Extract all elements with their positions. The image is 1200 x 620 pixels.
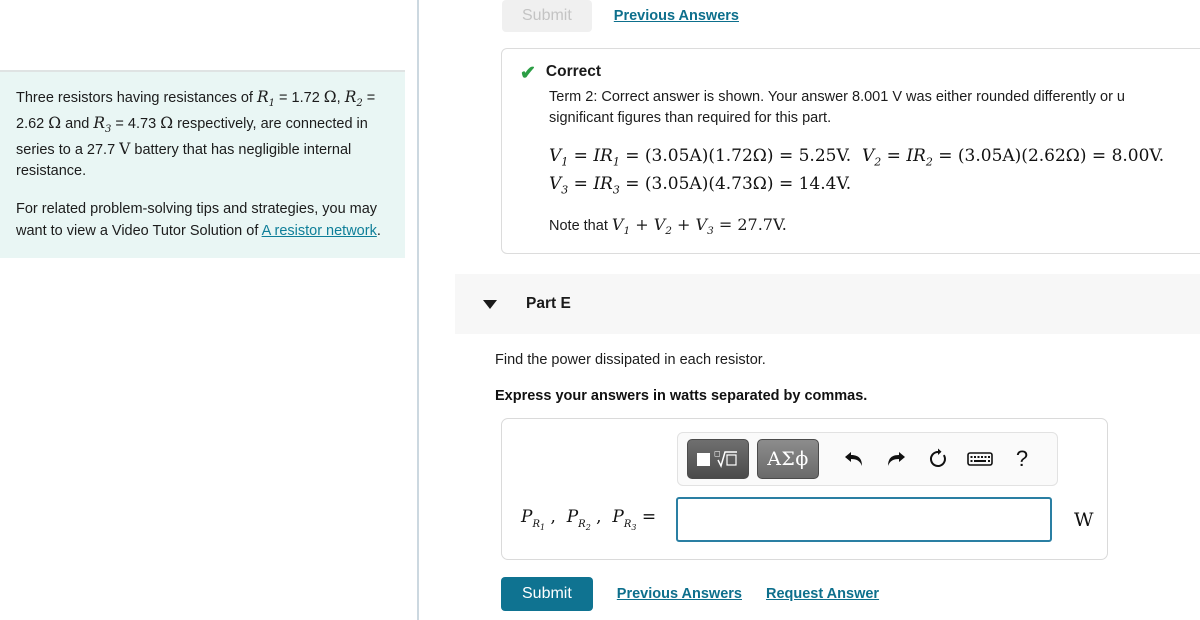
- eq-v3: 14.4V: [798, 174, 846, 195]
- request-answer-link[interactable]: Request Answer: [766, 586, 879, 602]
- eq-v2: 8.00V: [1111, 146, 1159, 167]
- note-prefix: Note that: [549, 218, 612, 235]
- equals-sign: =: [641, 507, 657, 528]
- answer-label: PR1 , PR2 , PR3 =: [521, 507, 657, 532]
- answer-input[interactable]: [676, 497, 1052, 542]
- ohm-unit-2: Ω: [48, 113, 62, 132]
- part-title: Part E: [526, 295, 571, 312]
- greek-symbols-button[interactable]: ΑΣϕ: [757, 439, 819, 479]
- redo-arrow-icon[interactable]: [875, 440, 917, 478]
- exercise-page: Three resistors having resistances of R1…: [0, 0, 1200, 620]
- eq-r2: 2.62Ω: [1027, 146, 1080, 167]
- problem-intro: Three resistors having resistances of: [16, 90, 257, 106]
- r1-symbol: R1: [256, 88, 276, 110]
- eq-current-2: 3.05A: [964, 146, 1015, 167]
- tutor-solution-text: For related problem-solving tips and str…: [16, 199, 389, 242]
- eq-r3: 4.73Ω: [714, 174, 767, 195]
- feedback-header: ✔ Correct: [520, 63, 1200, 83]
- eq-sum: 27.7V: [737, 215, 782, 235]
- feedback-note-line2: significant figures than required for th…: [549, 110, 832, 127]
- eq-v1: 5.25V: [798, 146, 846, 167]
- r3-symbol: R3: [93, 113, 112, 135]
- eq-r1: 1.72Ω: [714, 146, 767, 167]
- and-word: and: [61, 115, 94, 132]
- feedback-body: Term 2: Correct answer is shown. Your an…: [549, 87, 1200, 237]
- feedback-correct-box: ✔ Correct Term 2: Correct answer is show…: [501, 48, 1200, 255]
- submit-button-disabled[interactable]: Submit: [502, 0, 592, 32]
- video-tutor-link[interactable]: A resistor network: [262, 223, 377, 239]
- ohm-unit-1: Ω: [323, 88, 337, 106]
- problem-statement-card: Three resistors having resistances of R1…: [0, 70, 405, 258]
- previous-answers-link-top[interactable]: Previous Answers: [614, 8, 739, 24]
- eq-current-1: 3.05A: [651, 146, 702, 167]
- reset-circle-icon[interactable]: [917, 440, 959, 478]
- volt-unit: V: [119, 139, 131, 158]
- problem-comma: ,: [336, 90, 345, 106]
- answer-card: ◻ ΑΣϕ ? PR1 , PR2 , PR3 = W: [501, 418, 1108, 560]
- answer-input-row: PR1 , PR2 , PR3 = W: [502, 497, 1107, 542]
- keyboard-icon[interactable]: [959, 440, 1001, 478]
- bottom-action-row: Submit Previous Answers Request Answer: [501, 577, 879, 611]
- part-instruction: Express your answers in watts separated …: [495, 388, 868, 404]
- template-sqrt-button[interactable]: ◻: [687, 439, 749, 479]
- feedback-note-line1: Term 2: Correct answer is shown. Your an…: [549, 89, 1125, 105]
- solution-note-line: Note that V1 + V2 + V3 = 27.7V.: [549, 215, 1200, 237]
- undo-arrow-icon[interactable]: [833, 440, 875, 478]
- previous-answers-link[interactable]: Previous Answers: [617, 586, 742, 602]
- chevron-down-icon[interactable]: [483, 299, 497, 309]
- answer-unit: W: [1074, 508, 1094, 531]
- status-badge: Correct: [545, 63, 602, 80]
- help-icon[interactable]: ?: [1001, 440, 1043, 478]
- solution-equation-line-1: V1 = IR1 = (3.05A)(1.72Ω) = 5.25V. V2 = …: [549, 146, 1165, 169]
- eq-current-3: 3.05A: [651, 174, 702, 195]
- svg-text:◻: ◻: [714, 449, 721, 458]
- part-e-header[interactable]: Part E: [455, 274, 1200, 334]
- r1-value: = 1.72: [275, 90, 324, 106]
- submit-button[interactable]: Submit: [501, 577, 593, 611]
- r2-symbol: R2: [344, 88, 363, 110]
- ohm-unit-3: Ω: [160, 113, 174, 132]
- answer-pane: Submit Previous Answers ✔ Correct Term 2…: [419, 0, 1200, 620]
- problem-statement-text: Three resistors having resistances of R1…: [16, 86, 389, 182]
- top-action-row: Submit Previous Answers: [502, 0, 739, 32]
- check-icon: ✔: [520, 63, 536, 84]
- math-toolbar: ◻ ΑΣϕ ?: [677, 432, 1058, 486]
- tutor-period: .: [376, 222, 381, 239]
- part-prompt: Find the power dissipated in each resist…: [495, 352, 766, 368]
- solution-equation-line-2: V3 = IR3 = (3.05A)(4.73Ω) = 14.4V.: [549, 174, 852, 197]
- r3-value: = 4.73: [111, 115, 161, 132]
- problem-pane: Three resistors having resistances of R1…: [0, 0, 405, 620]
- feedback-note: Term 2: Correct answer is shown. Your an…: [549, 87, 1200, 129]
- part-e-body: Find the power dissipated in each resist…: [495, 352, 1195, 404]
- sqrt-icon: ◻: [697, 446, 739, 472]
- note-sum-equation: V1 + V2 + V3 = 27.7V.: [611, 215, 787, 238]
